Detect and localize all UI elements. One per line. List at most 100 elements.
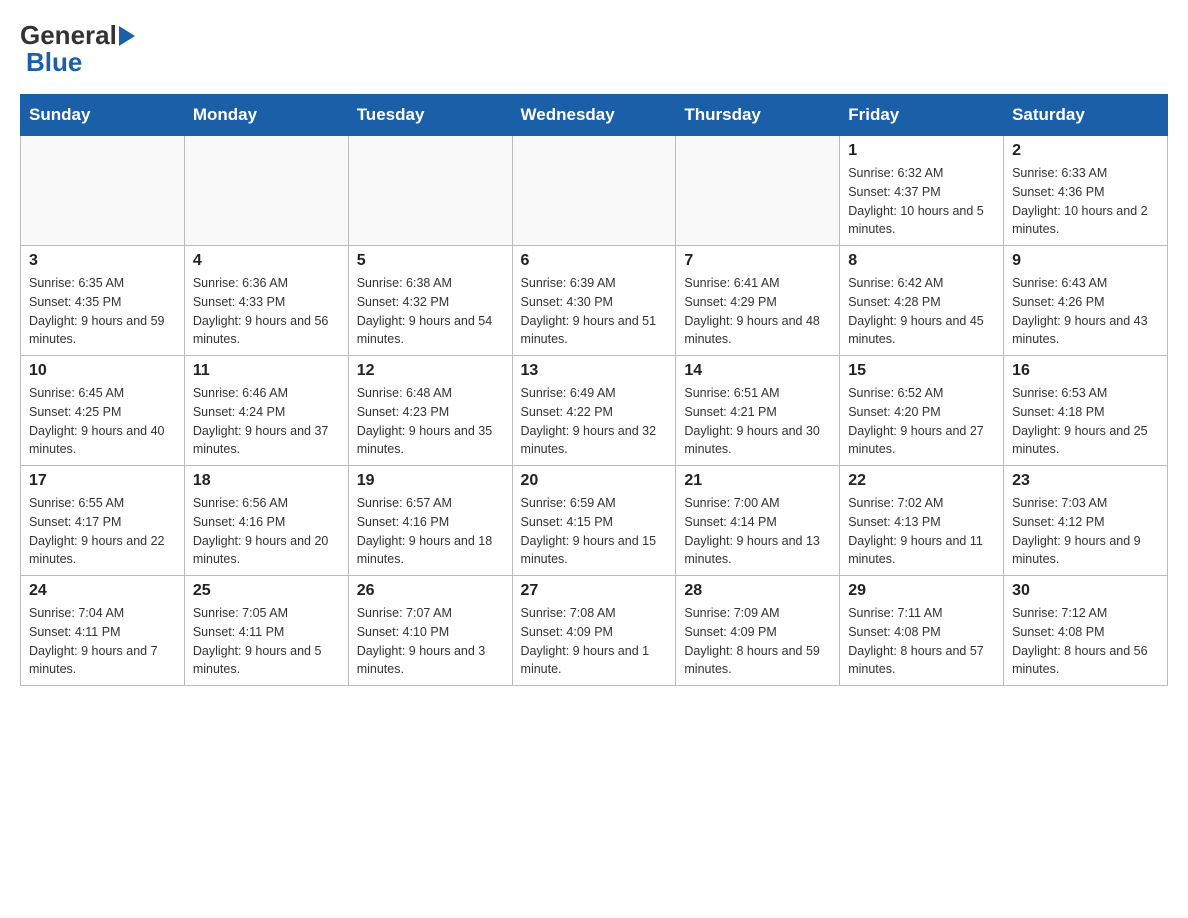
calendar-cell: 27 Sunrise: 7:08 AM Sunset: 4:09 PM Dayli… (512, 576, 676, 686)
header-friday: Friday (840, 95, 1004, 136)
week-row-3: 17 Sunrise: 6:55 AM Sunset: 4:17 PM Dayli… (21, 466, 1168, 576)
header: General Blue (20, 20, 1168, 78)
day-number: 7 (684, 252, 831, 270)
calendar-cell (676, 136, 840, 246)
day-number: 29 (848, 582, 995, 600)
calendar-table: SundayMondayTuesdayWednesdayThursdayFrid… (20, 94, 1168, 686)
header-thursday: Thursday (676, 95, 840, 136)
day-number: 9 (1012, 252, 1159, 270)
day-info: Sunrise: 6:45 AM Sunset: 4:25 PM Dayligh… (29, 384, 176, 459)
day-number: 2 (1012, 142, 1159, 160)
day-info: Sunrise: 6:49 AM Sunset: 4:22 PM Dayligh… (521, 384, 668, 459)
calendar-cell: 21Sunrise: 7:00 AM Sunset: 4:14 PM Dayli… (676, 466, 840, 576)
calendar-cell: 19 Sunrise: 6:57 AM Sunset: 4:16 PM Dayli… (348, 466, 512, 576)
calendar-cell: 13Sunrise: 6:49 AM Sunset: 4:22 PM Dayli… (512, 356, 676, 466)
week-row-0: 1 Sunrise: 6:32 AM Sunset: 4:37 PM Daylig… (21, 136, 1168, 246)
day-number: 15 (848, 362, 995, 380)
day-info: Sunrise: 6:57 AM Sunset: 4:16 PM Dayligh… (357, 494, 504, 569)
logo: General Blue (20, 20, 137, 78)
calendar-cell: 30Sunrise: 7:12 AM Sunset: 4:08 PM Dayli… (1004, 576, 1168, 686)
calendar-cell: 5 Sunrise: 6:38 AM Sunset: 4:32 PM Daylig… (348, 246, 512, 356)
header-tuesday: Tuesday (348, 95, 512, 136)
day-number: 14 (684, 362, 831, 380)
week-row-2: 10Sunrise: 6:45 AM Sunset: 4:25 PM Dayli… (21, 356, 1168, 466)
day-number: 11 (193, 362, 340, 380)
calendar-cell: 18 Sunrise: 6:56 AM Sunset: 4:16 PM Dayli… (184, 466, 348, 576)
week-row-1: 3 Sunrise: 6:35 AM Sunset: 4:35 PM Daylig… (21, 246, 1168, 356)
calendar-cell (21, 136, 185, 246)
day-info: Sunrise: 6:51 AM Sunset: 4:21 PM Dayligh… (684, 384, 831, 459)
calendar-cell: 14 Sunrise: 6:51 AM Sunset: 4:21 PM Dayli… (676, 356, 840, 466)
day-info: Sunrise: 7:04 AM Sunset: 4:11 PM Dayligh… (29, 604, 176, 679)
day-number: 3 (29, 252, 176, 270)
calendar-cell: 11 Sunrise: 6:46 AM Sunset: 4:24 PM Dayli… (184, 356, 348, 466)
calendar-cell (512, 136, 676, 246)
day-number: 19 (357, 472, 504, 490)
day-info: Sunrise: 6:43 AM Sunset: 4:26 PM Dayligh… (1012, 274, 1159, 349)
calendar-cell: 15 Sunrise: 6:52 AM Sunset: 4:20 PM Dayli… (840, 356, 1004, 466)
day-number: 28 (684, 582, 831, 600)
day-info: Sunrise: 6:36 AM Sunset: 4:33 PM Dayligh… (193, 274, 340, 349)
day-number: 18 (193, 472, 340, 490)
day-info: Sunrise: 6:42 AM Sunset: 4:28 PM Dayligh… (848, 274, 995, 349)
day-info: Sunrise: 6:35 AM Sunset: 4:35 PM Dayligh… (29, 274, 176, 349)
calendar-cell: 17 Sunrise: 6:55 AM Sunset: 4:17 PM Dayli… (21, 466, 185, 576)
day-number: 5 (357, 252, 504, 270)
calendar-cell: 8 Sunrise: 6:42 AM Sunset: 4:28 PM Daylig… (840, 246, 1004, 356)
day-info: Sunrise: 6:56 AM Sunset: 4:16 PM Dayligh… (193, 494, 340, 569)
calendar-cell: 25 Sunrise: 7:05 AM Sunset: 4:11 PM Dayli… (184, 576, 348, 686)
calendar-cell: 7Sunrise: 6:41 AM Sunset: 4:29 PM Daylig… (676, 246, 840, 356)
calendar-cell: 28 Sunrise: 7:09 AM Sunset: 4:09 PM Dayli… (676, 576, 840, 686)
day-info: Sunrise: 6:59 AM Sunset: 4:15 PM Dayligh… (521, 494, 668, 569)
header-monday: Monday (184, 95, 348, 136)
day-number: 23 (1012, 472, 1159, 490)
day-number: 20 (521, 472, 668, 490)
header-wednesday: Wednesday (512, 95, 676, 136)
calendar-cell: 29Sunrise: 7:11 AM Sunset: 4:08 PM Dayli… (840, 576, 1004, 686)
day-number: 16 (1012, 362, 1159, 380)
day-info: Sunrise: 6:38 AM Sunset: 4:32 PM Dayligh… (357, 274, 504, 349)
day-info: Sunrise: 6:33 AM Sunset: 4:36 PM Dayligh… (1012, 164, 1159, 239)
day-info: Sunrise: 6:32 AM Sunset: 4:37 PM Dayligh… (848, 164, 995, 239)
day-info: Sunrise: 6:55 AM Sunset: 4:17 PM Dayligh… (29, 494, 176, 569)
day-number: 22 (848, 472, 995, 490)
day-info: Sunrise: 7:12 AM Sunset: 4:08 PM Dayligh… (1012, 604, 1159, 679)
day-info: Sunrise: 7:02 AM Sunset: 4:13 PM Dayligh… (848, 494, 995, 569)
calendar-cell: 16 Sunrise: 6:53 AM Sunset: 4:18 PM Dayli… (1004, 356, 1168, 466)
calendar-cell: 23 Sunrise: 7:03 AM Sunset: 4:12 PM Dayli… (1004, 466, 1168, 576)
day-info: Sunrise: 7:07 AM Sunset: 4:10 PM Dayligh… (357, 604, 504, 679)
day-number: 12 (357, 362, 504, 380)
calendar-cell: 20 Sunrise: 6:59 AM Sunset: 4:15 PM Dayli… (512, 466, 676, 576)
day-number: 17 (29, 472, 176, 490)
logo-triangle-icon (119, 26, 135, 46)
day-number: 27 (521, 582, 668, 600)
header-sunday: Sunday (21, 95, 185, 136)
calendar-cell: 26 Sunrise: 7:07 AM Sunset: 4:10 PM Dayli… (348, 576, 512, 686)
day-info: Sunrise: 6:53 AM Sunset: 4:18 PM Dayligh… (1012, 384, 1159, 459)
calendar-cell: 2 Sunrise: 6:33 AM Sunset: 4:36 PM Daylig… (1004, 136, 1168, 246)
calendar-cell: 10Sunrise: 6:45 AM Sunset: 4:25 PM Dayli… (21, 356, 185, 466)
calendar-cell: 24 Sunrise: 7:04 AM Sunset: 4:11 PM Dayli… (21, 576, 185, 686)
day-info: Sunrise: 7:08 AM Sunset: 4:09 PM Dayligh… (521, 604, 668, 679)
day-number: 24 (29, 582, 176, 600)
calendar-cell: 4 Sunrise: 6:36 AM Sunset: 4:33 PM Daylig… (184, 246, 348, 356)
calendar-cell: 6Sunrise: 6:39 AM Sunset: 4:30 PM Daylig… (512, 246, 676, 356)
calendar-cell (184, 136, 348, 246)
calendar-cell: 1 Sunrise: 6:32 AM Sunset: 4:37 PM Daylig… (840, 136, 1004, 246)
day-info: Sunrise: 7:03 AM Sunset: 4:12 PM Dayligh… (1012, 494, 1159, 569)
day-info: Sunrise: 7:09 AM Sunset: 4:09 PM Dayligh… (684, 604, 831, 679)
day-info: Sunrise: 6:52 AM Sunset: 4:20 PM Dayligh… (848, 384, 995, 459)
day-number: 26 (357, 582, 504, 600)
day-number: 1 (848, 142, 995, 160)
day-info: Sunrise: 7:05 AM Sunset: 4:11 PM Dayligh… (193, 604, 340, 679)
day-info: Sunrise: 6:46 AM Sunset: 4:24 PM Dayligh… (193, 384, 340, 459)
day-number: 25 (193, 582, 340, 600)
day-number: 6 (521, 252, 668, 270)
header-saturday: Saturday (1004, 95, 1168, 136)
calendar-cell (348, 136, 512, 246)
day-number: 8 (848, 252, 995, 270)
calendar-cell: 3 Sunrise: 6:35 AM Sunset: 4:35 PM Daylig… (21, 246, 185, 356)
day-number: 4 (193, 252, 340, 270)
logo-blue-text: Blue (22, 47, 137, 78)
calendar-header-row: SundayMondayTuesdayWednesdayThursdayFrid… (21, 95, 1168, 136)
